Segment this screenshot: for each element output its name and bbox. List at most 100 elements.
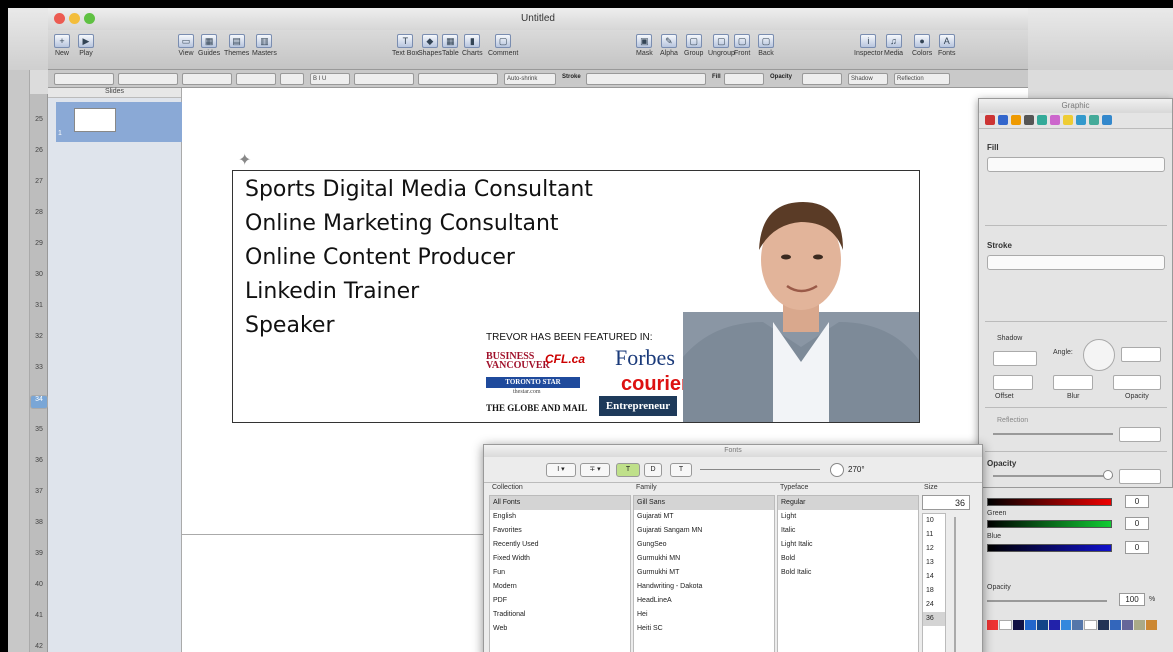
- collection-item[interactable]: Modern: [490, 580, 630, 594]
- toolbar-ungroup-button[interactable]: ▢ Ungroup: [708, 34, 735, 57]
- color-opacity-field[interactable]: 100: [1119, 593, 1145, 606]
- green-slider[interactable]: [987, 520, 1112, 528]
- opacity-slider[interactable]: [993, 475, 1113, 477]
- size-item[interactable]: 18: [923, 584, 945, 598]
- text-shadow-button[interactable]: T: [670, 463, 692, 477]
- toolbar-masters-button[interactable]: ▥ Masters: [252, 34, 277, 57]
- toolbar-view-button[interactable]: ▭ View: [178, 34, 194, 57]
- toolbar-media-button[interactable]: ♫ Media: [884, 34, 903, 57]
- typeface-popup[interactable]: [182, 73, 232, 85]
- opacity-slider-knob[interactable]: [1103, 470, 1113, 480]
- collection-item[interactable]: Web: [490, 622, 630, 636]
- typeface-item[interactable]: Bold Italic: [778, 566, 918, 580]
- toolbar-play-button[interactable]: ▶ Play: [78, 34, 94, 57]
- familie-item[interactable]: Gujarati Sangam MN: [634, 524, 774, 538]
- autoshrink-checkbox[interactable]: Auto-shrink: [504, 73, 556, 85]
- fill-popup[interactable]: [987, 157, 1165, 172]
- text-inspector-icon[interactable]: [1024, 115, 1034, 125]
- close-button[interactable]: [54, 13, 65, 24]
- green-field[interactable]: 0: [1125, 517, 1149, 530]
- toolbar-group-button[interactable]: ▢ Group: [684, 34, 703, 57]
- collection-item[interactable]: English: [490, 510, 630, 524]
- slide-thumbnail[interactable]: 1: [56, 102, 182, 142]
- angle-field[interactable]: [1121, 347, 1161, 362]
- toolbar-shapes-button[interactable]: ◆ Shapes: [418, 34, 442, 57]
- shadow-color-well[interactable]: [993, 351, 1037, 366]
- toolbar-fonts-button[interactable]: A Fonts: [938, 34, 956, 57]
- familie-item[interactable]: Handwriting - Dakota: [634, 580, 774, 594]
- collection-list[interactable]: All Fonts English Favorites Recently Used Fi…: [489, 495, 631, 652]
- portrait-photo[interactable]: [683, 172, 919, 422]
- toolbar-table-button[interactable]: ▦ Table: [442, 34, 459, 57]
- quicktime-inspector-icon[interactable]: [1102, 115, 1112, 125]
- toolbar-back-button[interactable]: ▢ Back: [758, 34, 774, 57]
- fill-well[interactable]: [724, 73, 764, 85]
- bold-italic-underline-buttons[interactable]: B I U: [310, 73, 350, 85]
- collection-item[interactable]: PDF: [490, 594, 630, 608]
- hyperlink-inspector-icon[interactable]: [1089, 115, 1099, 125]
- slide-line-4[interactable]: Linkedin Trainer: [245, 279, 419, 304]
- strikethrough-popup[interactable]: ∓ ▾: [580, 463, 610, 477]
- underline-popup[interactable]: I ▾: [546, 463, 576, 477]
- size-item[interactable]: 14: [923, 570, 945, 584]
- size-item[interactable]: 10: [923, 514, 945, 528]
- slide-line-5[interactable]: Speaker: [245, 313, 334, 338]
- color-swatches[interactable]: [987, 620, 1157, 630]
- toolbar-inspector-button[interactable]: i Inspector: [854, 34, 883, 57]
- familie-item[interactable]: Heiti SC: [634, 622, 774, 636]
- angle-wheel[interactable]: [1083, 339, 1115, 371]
- familie-item[interactable]: Gurmukhi MN: [634, 552, 774, 566]
- typeface-item[interactable]: Italic: [778, 524, 918, 538]
- text-color-button[interactable]: T: [616, 463, 640, 477]
- zoom-button[interactable]: [84, 13, 95, 24]
- collection-item[interactable]: Fun: [490, 566, 630, 580]
- document-color-button[interactable]: D: [644, 463, 662, 477]
- font-popup[interactable]: [118, 73, 178, 85]
- table-inspector-icon[interactable]: [1063, 115, 1073, 125]
- size-item[interactable]: 12: [923, 542, 945, 556]
- red-field[interactable]: 0: [1125, 495, 1149, 508]
- familie-item[interactable]: Hei: [634, 608, 774, 622]
- size-item[interactable]: 13: [923, 556, 945, 570]
- transition-inspector-icon[interactable]: [1011, 115, 1021, 125]
- opacity-popup[interactable]: [802, 73, 842, 85]
- graphic-inspector-icon[interactable]: [1037, 115, 1047, 125]
- size-field[interactable]: 36: [922, 495, 970, 510]
- spacing-popup[interactable]: [418, 73, 498, 85]
- color-opacity-slider[interactable]: [987, 600, 1107, 602]
- toolbar-colors-button[interactable]: ● Colors: [912, 34, 932, 57]
- slide-inspector-icon[interactable]: [998, 115, 1008, 125]
- style-popup[interactable]: [54, 73, 114, 85]
- collection-item[interactable]: Traditional: [490, 608, 630, 622]
- blur-field[interactable]: [1053, 375, 1093, 390]
- toolbar-alpha-button[interactable]: ✎ Alpha: [660, 34, 678, 57]
- size-popup[interactable]: [236, 73, 276, 85]
- typeface-item[interactable]: Light: [778, 510, 918, 524]
- slide-line-1[interactable]: Sports Digital Media Consultant: [245, 177, 593, 202]
- toolbar-new-button[interactable]: + New: [54, 34, 70, 57]
- typeface-list[interactable]: Regular Light Italic Light Italic Bold Bold I…: [777, 495, 919, 652]
- collection-item[interactable]: Fixed Width: [490, 552, 630, 566]
- shadow-checkbox[interactable]: Shadow: [997, 335, 1022, 342]
- familie-item[interactable]: HeadLineA: [634, 594, 774, 608]
- familie-item[interactable]: Gurmukhi MT: [634, 566, 774, 580]
- chart-inspector-icon[interactable]: [1076, 115, 1086, 125]
- shadow-angle-wheel[interactable]: [830, 463, 844, 477]
- toolbar-front-button[interactable]: ▢ Front: [734, 34, 750, 57]
- size-item[interactable]: 36: [923, 612, 945, 626]
- slide-line-2[interactable]: Online Marketing Consultant: [245, 211, 559, 236]
- reflection-slider[interactable]: [993, 433, 1113, 435]
- offset-field[interactable]: [993, 375, 1033, 390]
- typeface-item[interactable]: Light Italic: [778, 538, 918, 552]
- shadow-opacity-field[interactable]: [1113, 375, 1161, 390]
- typeface-item[interactable]: Bold: [778, 552, 918, 566]
- family-list[interactable]: Gill Sans Gujarati MT Gujarati Sangam MN Gu…: [633, 495, 775, 652]
- slide[interactable]: Sports Digital Media Consultant Online M…: [232, 170, 920, 423]
- stroke-style-popup[interactable]: [987, 255, 1165, 270]
- alignment-buttons[interactable]: [354, 73, 414, 85]
- opacity-field[interactable]: [1119, 469, 1161, 484]
- toolbar-text-box-button[interactable]: T Text Box: [392, 34, 419, 57]
- toolbar-charts-button[interactable]: ▮ Charts: [462, 34, 483, 57]
- document-inspector-icon[interactable]: [985, 115, 995, 125]
- collection-item[interactable]: Favorites: [490, 524, 630, 538]
